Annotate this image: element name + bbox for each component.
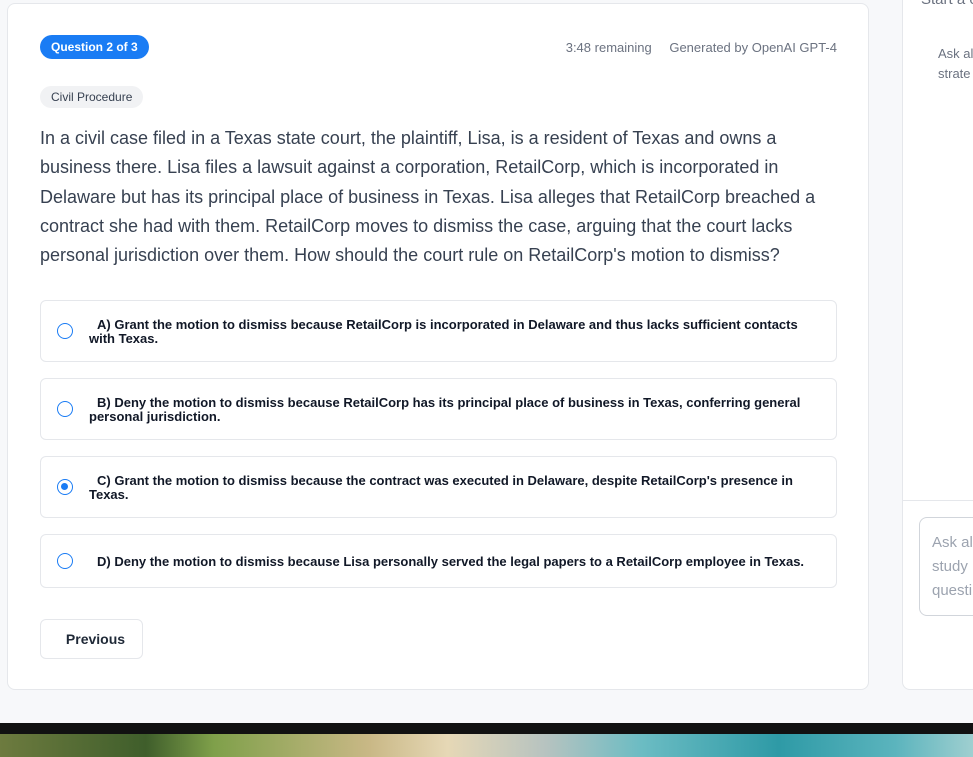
desktop-wallpaper: [0, 734, 973, 757]
quiz-card: Question 2 of 3 3:48 remaining Generated…: [7, 3, 869, 690]
answer-option-b[interactable]: B) Deny the motion to dismiss because Re…: [40, 378, 837, 440]
radio-button-a[interactable]: [57, 323, 73, 339]
question-progress-badge: Question 2 of 3: [40, 35, 149, 59]
subject-tag: Civil Procedure: [40, 86, 144, 108]
radio-button-d[interactable]: [57, 553, 73, 569]
taskbar-edge: [0, 723, 973, 734]
answer-option-c[interactable]: C) Grant the motion to dismiss because t…: [40, 456, 837, 518]
generated-by-label: Generated by OpenAI GPT-4: [669, 40, 837, 55]
chat-input[interactable]: Ask al study questi: [919, 517, 973, 616]
quiz-meta: 3:48 remaining Generated by OpenAI GPT-4: [566, 40, 837, 55]
time-remaining: 3:48 remaining: [565, 40, 652, 55]
answer-option-label: D) Deny the motion to dismiss because Li…: [97, 554, 805, 569]
answer-option-label: B) Deny the motion to dismiss because Re…: [89, 395, 801, 424]
radio-button-b[interactable]: [57, 401, 73, 417]
answer-option-label: C) Grant the motion to dismiss because t…: [89, 473, 793, 502]
previous-button[interactable]: Previous: [40, 619, 143, 659]
answer-option-d[interactable]: D) Deny the motion to dismiss because Li…: [40, 534, 837, 588]
answer-option-label: A) Grant the motion to dismiss because R…: [89, 317, 798, 346]
sidebar-hint: Ask al strate: [938, 46, 973, 81]
radio-button-c[interactable]: [57, 479, 73, 495]
question-text: In a civil case filed in a Texas state c…: [40, 128, 816, 266]
sidebar-heading: Start a c: [921, 0, 973, 8]
sidebar-divider: [902, 500, 973, 501]
answer-option-a[interactable]: A) Grant the motion to dismiss because R…: [40, 300, 837, 362]
